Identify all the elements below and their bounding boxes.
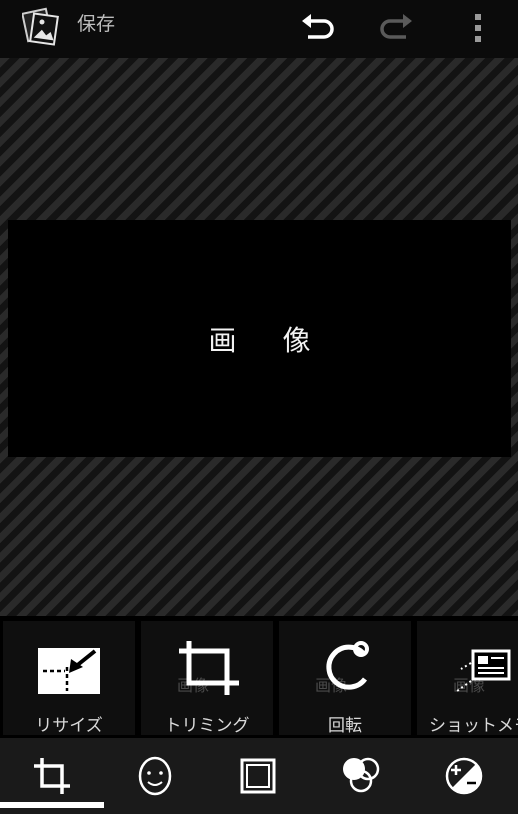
selected-tab-indicator: [0, 802, 104, 808]
tool-shot-memo[interactable]: 画像 ショットメモ: [417, 621, 518, 736]
rotate-icon: 画像: [279, 627, 411, 703]
tool-shot-memo-label: ショットメモ: [429, 716, 518, 736]
editing-canvas: 画像: [0, 58, 518, 616]
crop-icon: 画像: [141, 627, 273, 703]
tool-resize-label: リサイズ: [35, 716, 103, 736]
tool-trimming-label: トリミング: [164, 716, 250, 736]
tool-rotate-label: 回転: [328, 716, 362, 736]
save-button[interactable]: 保存: [77, 11, 115, 37]
crop-tab-icon: [33, 758, 70, 794]
overflow-menu-button[interactable]: [456, 8, 500, 48]
redo-button[interactable]: [374, 8, 418, 48]
tab-frame[interactable]: [206, 738, 309, 814]
tool-rotate[interactable]: 画像 回転: [279, 621, 411, 736]
exposure-icon: [445, 757, 482, 795]
action-bar: 保存: [0, 0, 518, 58]
frame-icon: [240, 758, 275, 794]
undo-button[interactable]: [296, 8, 340, 48]
image-placeholder-text: 画像: [208, 323, 357, 357]
tab-exposure[interactable]: [412, 738, 515, 814]
redo-icon: [380, 14, 412, 39]
tool-resize[interactable]: リサイズ: [3, 621, 135, 736]
shot-memo-icon: 画像: [417, 627, 518, 703]
tool-trimming[interactable]: 画像 トリミング: [141, 621, 273, 736]
color-filter-icon: [342, 757, 379, 793]
category-tab-bar: [0, 738, 518, 814]
resize-icon: [3, 627, 135, 703]
tool-strip[interactable]: リサイズ 画像 トリミング 画像 回転 画像 ショットメ: [0, 616, 518, 738]
overflow-menu-icon: [475, 14, 481, 42]
face-icon: [138, 756, 171, 796]
undo-icon: [302, 14, 334, 39]
image-preview[interactable]: 画像: [8, 220, 511, 457]
tab-face[interactable]: [103, 738, 206, 814]
gallery-picture-icon[interactable]: [21, 6, 60, 46]
tab-color-filter[interactable]: [309, 738, 412, 814]
